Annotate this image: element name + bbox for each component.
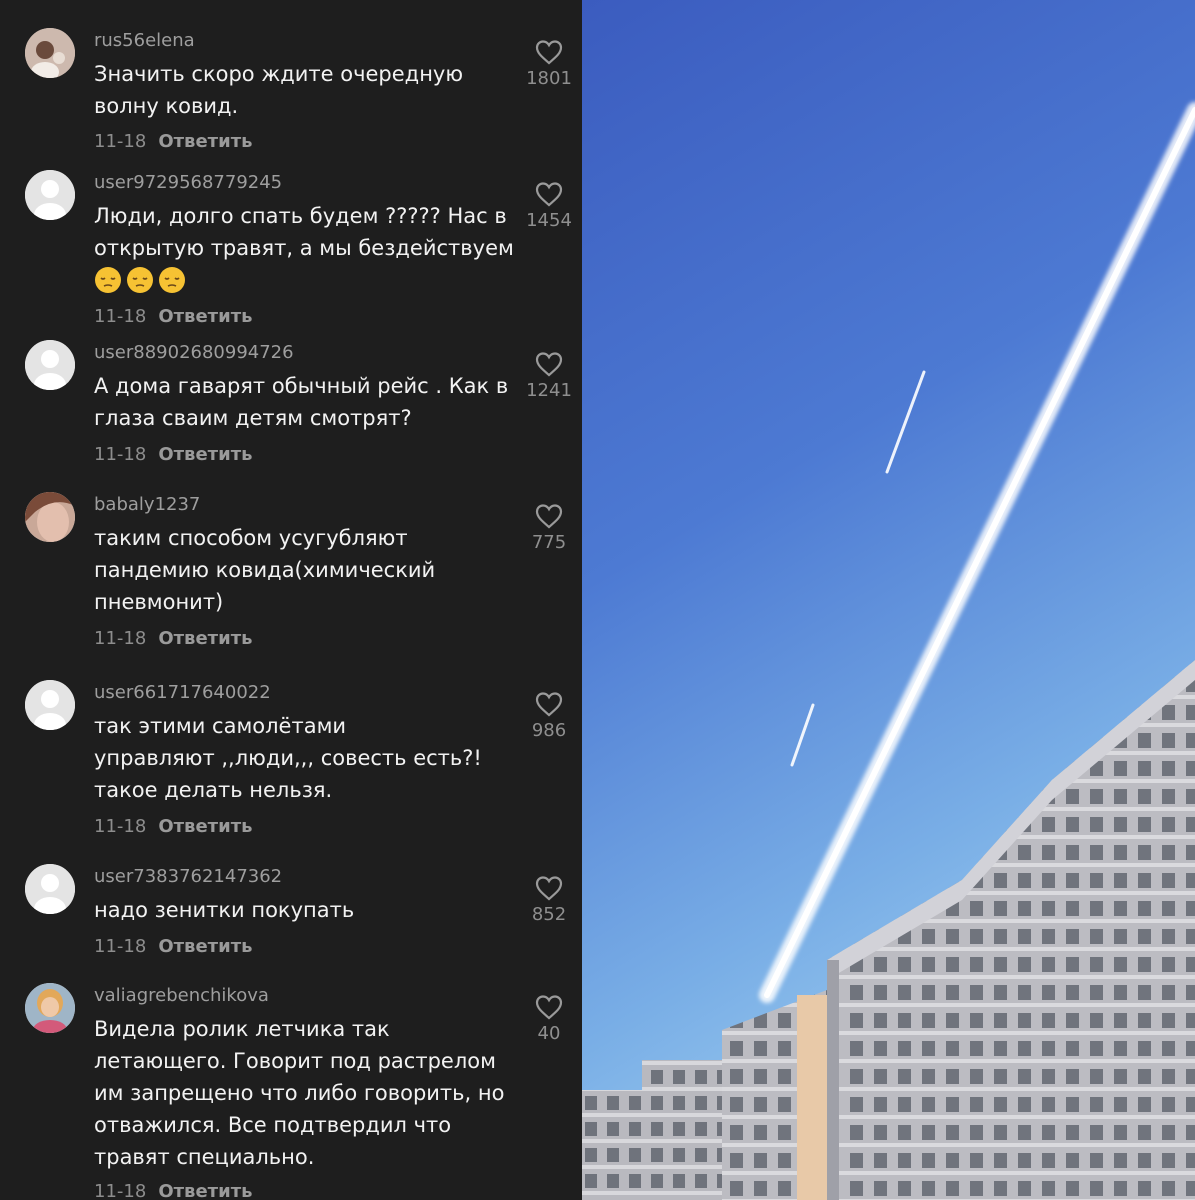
heart-outline-icon xyxy=(535,995,563,1020)
comment-date: 11-18 xyxy=(94,936,147,957)
heart-outline-icon xyxy=(535,876,563,901)
reply-button[interactable]: Ответить xyxy=(158,1181,252,1200)
reply-button[interactable]: Ответить xyxy=(158,306,252,327)
comment-text: Люди, долго спать будем ????? Нас в откр… xyxy=(94,204,514,260)
comment-username[interactable]: user9729568779245 xyxy=(94,172,282,193)
avatar[interactable] xyxy=(25,340,75,390)
reply-button[interactable]: Ответить xyxy=(158,816,252,837)
comment-date: 11-18 xyxy=(94,1181,147,1200)
reply-button[interactable]: Ответить xyxy=(158,444,252,465)
comment-text: Видела ролик летчика так летающего. Гово… xyxy=(94,1017,505,1169)
pensive-face-icon xyxy=(159,267,185,293)
comment-date: 11-18 xyxy=(94,131,147,152)
like-button[interactable]: 986 xyxy=(522,690,576,741)
comments-panel: rus56elena Значить скоро ждите очередную… xyxy=(0,0,582,1200)
avatar[interactable] xyxy=(25,864,75,914)
like-button[interactable]: 1801 xyxy=(522,38,576,89)
avatar[interactable] xyxy=(25,170,75,220)
comment-date: 11-18 xyxy=(94,306,147,327)
like-count: 986 xyxy=(531,720,567,741)
emoji-row xyxy=(94,266,190,298)
like-button[interactable]: 40 xyxy=(522,993,576,1044)
like-count: 40 xyxy=(537,1023,561,1044)
heart-outline-icon xyxy=(535,182,563,207)
comment-text: Значить скоро ждите очередную волну кови… xyxy=(94,62,464,118)
default-avatar-icon xyxy=(25,340,75,390)
comment-username[interactable]: user661717640022 xyxy=(94,682,271,703)
default-avatar-icon xyxy=(25,864,75,914)
comment-date: 11-18 xyxy=(94,816,147,837)
comment-meta: 11-18 Ответить xyxy=(94,816,253,837)
comment-item: valiagrebenchikova Видела ролик летчика … xyxy=(0,983,582,1200)
heart-outline-icon xyxy=(535,692,563,717)
comment-text: надо зенитки покупать xyxy=(94,898,355,922)
sky-photo xyxy=(582,0,1195,1200)
comment-meta: 11-18 Ответить xyxy=(94,306,253,327)
heart-outline-icon xyxy=(535,352,563,377)
comment-item: babaly1237 таким способом усугубляют пан… xyxy=(0,492,582,652)
comment-meta: 11-18 Ответить xyxy=(94,444,253,465)
like-count: 852 xyxy=(531,904,567,925)
comment-item: user661717640022 так этими самолётами уп… xyxy=(0,680,582,840)
like-count: 1801 xyxy=(526,68,572,89)
comment-date: 11-18 xyxy=(94,444,147,465)
default-avatar-icon xyxy=(25,170,75,220)
comment-username[interactable]: rus56elena xyxy=(94,30,195,51)
comment-item: user88902680994726 А дома гаварят обычны… xyxy=(0,340,582,470)
default-avatar-icon xyxy=(25,680,75,730)
like-button[interactable]: 775 xyxy=(522,502,576,553)
reply-button[interactable]: Ответить xyxy=(158,131,252,152)
comment-date: 11-18 xyxy=(94,628,147,649)
heart-outline-icon xyxy=(535,40,563,65)
avatar[interactable] xyxy=(25,492,75,542)
like-button[interactable]: 1241 xyxy=(522,350,576,401)
comment-meta: 11-18 Ответить xyxy=(94,936,253,957)
avatar[interactable] xyxy=(25,983,75,1033)
comment-meta: 11-18 Ответить xyxy=(94,628,253,649)
like-button[interactable]: 852 xyxy=(522,874,576,925)
avatar[interactable] xyxy=(25,680,75,730)
comment-text: таким способом усугубляют пандемию ковид… xyxy=(94,526,436,614)
reply-button[interactable]: Ответить xyxy=(158,936,252,957)
like-count: 1454 xyxy=(526,210,572,231)
like-count: 1241 xyxy=(526,380,572,401)
comment-meta: 11-18 Ответить xyxy=(94,131,253,152)
heart-outline-icon xyxy=(535,504,563,529)
pensive-face-icon xyxy=(95,267,121,293)
comment-meta: 11-18 Ответить xyxy=(94,1181,253,1200)
pensive-face-icon xyxy=(127,267,153,293)
avatar[interactable] xyxy=(25,28,75,78)
comment-item: user9729568779245 Люди, долго спать буде… xyxy=(0,170,582,335)
comment-item: rus56elena Значить скоро ждите очередную… xyxy=(0,28,582,158)
like-button[interactable]: 1454 xyxy=(522,180,576,231)
comment-item: user7383762147362 надо зенитки покупать … xyxy=(0,864,582,964)
reply-button[interactable]: Ответить xyxy=(158,628,252,649)
comment-username[interactable]: valiagrebenchikova xyxy=(94,985,269,1006)
like-count: 775 xyxy=(531,532,567,553)
comment-username[interactable]: user7383762147362 xyxy=(94,866,282,887)
comment-username[interactable]: user88902680994726 xyxy=(94,342,294,363)
comment-text: так этими самолётами управляют ,,люди,,,… xyxy=(94,714,482,802)
comment-username[interactable]: babaly1237 xyxy=(94,494,200,515)
comment-text: А дома гаварят обычный рейс . Как в глаз… xyxy=(94,374,509,430)
